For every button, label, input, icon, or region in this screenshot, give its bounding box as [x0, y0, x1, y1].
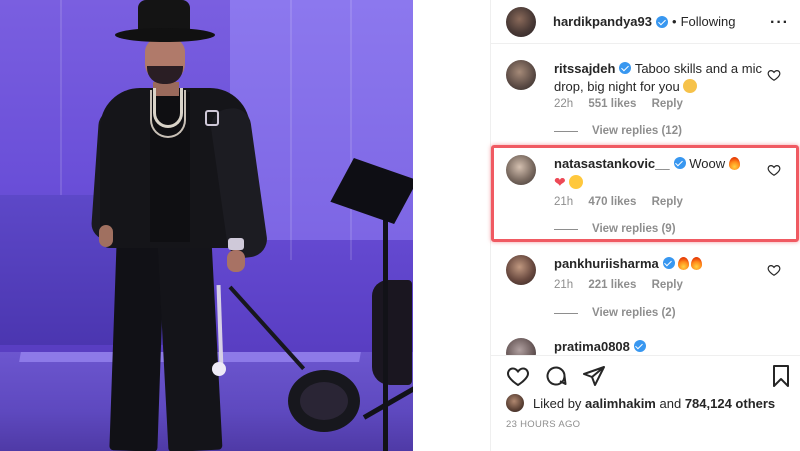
comment-time: 22h — [554, 98, 574, 110]
bookmark-icon — [773, 365, 789, 387]
view-replies-button[interactable]: View replies (12) — [554, 125, 682, 137]
post-header: hardikpandya93 • Following ··· — [491, 0, 800, 44]
post-author-username[interactable]: hardikpandya93 — [553, 14, 652, 29]
view-replies-button[interactable]: View replies (9) — [554, 223, 676, 235]
comment-username[interactable]: natasastankovic__ — [554, 156, 670, 171]
hugging-emoji-icon — [569, 175, 584, 189]
avatar[interactable] — [506, 6, 536, 37]
fire-emoji-icon — [728, 157, 740, 170]
verified-icon — [662, 257, 675, 269]
share-button[interactable] — [581, 364, 607, 388]
reply-button[interactable]: Reply — [652, 98, 683, 110]
like-button[interactable] — [505, 364, 531, 388]
comment-username[interactable]: pankhuriisharma — [554, 256, 659, 271]
comment-likes[interactable]: 470 likes — [588, 196, 636, 208]
reply-button[interactable]: Reply — [652, 279, 683, 291]
verified-icon — [633, 340, 646, 352]
avatar[interactable] — [506, 155, 536, 185]
post-actions: Liked by aalimhakim and 784,124 others 2… — [491, 355, 800, 451]
separator-dot: • — [672, 14, 677, 29]
comment-likes[interactable]: 221 likes — [588, 279, 636, 291]
heart-icon[interactable] — [767, 263, 781, 277]
share-icon — [583, 366, 605, 386]
fire-emoji-icon — [691, 257, 703, 270]
verified-icon — [656, 15, 668, 28]
heart-icon[interactable] — [767, 163, 781, 177]
avatar[interactable] — [506, 255, 536, 285]
comment-username[interactable]: ritssajdeh — [554, 61, 615, 76]
avatar[interactable] — [506, 60, 536, 90]
comment-username[interactable]: pratima0808 — [554, 339, 630, 354]
comment-likes[interactable]: 551 likes — [588, 98, 636, 110]
verified-icon — [673, 157, 686, 169]
liked-by-and: and — [659, 395, 682, 411]
comment-text: Woow — [689, 156, 726, 171]
red-heart-emoji-icon: ❤ — [554, 174, 566, 190]
verified-icon — [619, 62, 632, 74]
more-icon[interactable]: ··· — [770, 14, 789, 32]
comment-icon — [546, 366, 567, 386]
comment-time: 21h — [554, 196, 574, 208]
fire-emoji-icon — [678, 257, 690, 270]
post-photo[interactable] — [0, 0, 413, 451]
comment-time: 21h — [554, 279, 574, 291]
comment-button[interactable] — [543, 364, 569, 388]
clap-emoji-icon — [683, 79, 698, 93]
heart-icon[interactable] — [767, 68, 781, 82]
reply-button[interactable]: Reply — [652, 196, 683, 208]
person-figure — [90, 0, 275, 451]
save-button[interactable] — [769, 364, 793, 388]
post-timestamp[interactable]: 23 HOURS AGO — [506, 419, 580, 430]
liked-by-prefix: Liked by — [533, 395, 582, 411]
liked-by-user[interactable]: aalimhakim — [585, 396, 656, 411]
comments-panel: hardikpandya93 • Following ··· ritssajde… — [490, 0, 800, 451]
liked-by-count[interactable]: 784,124 others — [685, 396, 775, 411]
liked-by-summary: Liked by aalimhakim and 784,124 others — [506, 394, 775, 412]
avatar[interactable] — [506, 394, 524, 412]
view-replies-button[interactable]: View replies (2) — [554, 307, 676, 319]
following-button[interactable]: Following — [681, 14, 736, 29]
heart-icon — [507, 367, 529, 387]
